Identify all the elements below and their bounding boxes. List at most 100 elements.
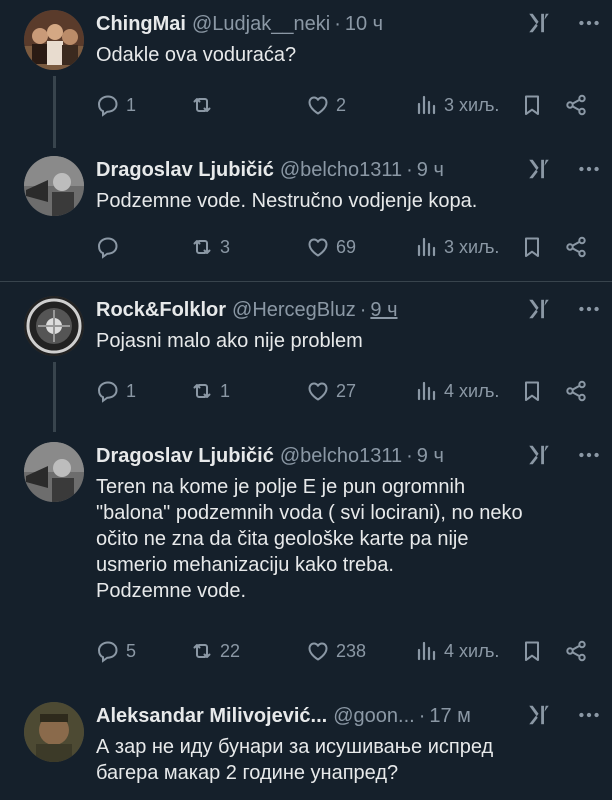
share-button[interactable] xyxy=(564,232,588,262)
more-icon[interactable] xyxy=(576,296,602,322)
retweet-count: 3 xyxy=(220,236,231,257)
tweet-text-line: Podzemne vode. xyxy=(96,580,247,602)
reply-button[interactable] xyxy=(96,232,126,262)
bookmark-button[interactable] xyxy=(520,90,544,120)
avatar[interactable] xyxy=(24,10,84,70)
views-icon xyxy=(414,379,438,403)
retweet-icon xyxy=(190,379,214,403)
retweet-icon xyxy=(190,235,214,259)
tweet-text-line: očito ne zna da čita geološke karte pa n… xyxy=(96,528,469,550)
tweet-text-line: Podzemne vode. Nestručno vodjenje kopa. xyxy=(96,190,478,212)
views-button[interactable]: 4 хиљ. xyxy=(414,636,499,666)
like-button[interactable]: 2 xyxy=(306,90,346,120)
action-bar: 5 22 238 4 хиљ. xyxy=(96,636,596,666)
action-bar: 1 1 27 4 хиљ. xyxy=(96,376,596,406)
heart-icon xyxy=(306,379,330,403)
like-button[interactable]: 238 xyxy=(306,636,366,666)
share-button[interactable] xyxy=(564,636,588,666)
timestamp[interactable]: 9 ч xyxy=(370,299,397,322)
views-button[interactable]: 4 хиљ. xyxy=(414,376,499,406)
views-button[interactable]: 3 хиљ. xyxy=(414,232,499,262)
share-icon xyxy=(564,639,588,663)
author-handle[interactable]: @goon... xyxy=(333,705,414,728)
reply-icon xyxy=(96,379,120,403)
like-button[interactable]: 69 xyxy=(306,232,356,262)
bookmark-button[interactable] xyxy=(520,376,544,406)
like-count: 69 xyxy=(336,236,357,257)
like-count: 2 xyxy=(336,94,347,115)
views-icon xyxy=(414,639,438,663)
heart-icon xyxy=(306,639,330,663)
retweet-count: 1 xyxy=(220,380,231,401)
timestamp[interactable]: 17 м xyxy=(429,705,471,728)
avatar[interactable] xyxy=(24,296,84,356)
retweet-button[interactable]: 1 xyxy=(190,376,230,406)
tweet-text: Pojasni malo ako nije problem xyxy=(96,328,596,354)
like-count: 238 xyxy=(336,640,367,661)
thread-line xyxy=(53,362,56,432)
tweet[interactable]: ChingMai @Ludjak__neki · 10 ч Odakle ova… xyxy=(0,0,612,148)
reply-button[interactable]: 1 xyxy=(96,90,136,120)
author-name[interactable]: ChingMai xyxy=(96,13,186,36)
tweet[interactable]: Dragoslav Ljubičić @belcho1311 · 9 ч Pod… xyxy=(0,146,612,278)
timestamp[interactable]: 10 ч xyxy=(345,13,383,36)
author-handle[interactable]: @belcho1311 xyxy=(280,445,402,468)
grok-icon[interactable] xyxy=(526,702,552,728)
author-handle[interactable]: @belcho1311 xyxy=(280,159,402,182)
reply-count: 1 xyxy=(126,94,137,115)
more-icon[interactable] xyxy=(576,156,602,182)
action-bar: 3 69 3 хиљ. xyxy=(96,232,596,262)
retweet-count: 22 xyxy=(220,640,241,661)
heart-icon xyxy=(306,235,330,259)
avatar[interactable] xyxy=(24,442,84,502)
views-count: 4 хиљ. xyxy=(444,380,500,401)
avatar[interactable] xyxy=(24,702,84,762)
author-name[interactable]: Dragoslav Ljubičić xyxy=(96,159,274,182)
avatar[interactable] xyxy=(24,156,84,216)
views-icon xyxy=(414,235,438,259)
tweet[interactable]: Aleksandar Milivojević... @goon... · 17 … xyxy=(0,692,612,800)
reply-button[interactable]: 5 xyxy=(96,636,136,666)
grok-icon[interactable] xyxy=(526,296,552,322)
share-icon xyxy=(564,93,588,117)
timestamp[interactable]: 9 ч xyxy=(417,445,444,468)
author-name[interactable]: Rock&Folklor xyxy=(96,299,226,322)
grok-icon[interactable] xyxy=(526,10,552,36)
views-icon xyxy=(414,93,438,117)
tweet-text: Podzemne vode. Nestručno vodjenje kopa. xyxy=(96,188,596,214)
retweet-button[interactable]: 22 xyxy=(190,636,240,666)
timestamp[interactable]: 9 ч xyxy=(417,159,444,182)
retweet-button[interactable] xyxy=(190,90,220,120)
bookmark-button[interactable] xyxy=(520,232,544,262)
like-button[interactable]: 27 xyxy=(306,376,356,406)
heart-icon xyxy=(306,93,330,117)
reply-button[interactable]: 1 xyxy=(96,376,136,406)
tweet[interactable]: Dragoslav Ljubičić @belcho1311 · 9 ч Ter… xyxy=(0,432,612,688)
share-button[interactable] xyxy=(564,90,588,120)
views-button[interactable]: 3 хиљ. xyxy=(414,90,499,120)
reply-icon xyxy=(96,639,120,663)
retweet-button[interactable]: 3 xyxy=(190,232,230,262)
author-name[interactable]: Aleksandar Milivojević... xyxy=(96,705,327,728)
retweet-icon xyxy=(190,93,214,117)
bookmark-button[interactable] xyxy=(520,636,544,666)
bookmark-icon xyxy=(520,639,544,663)
tweet-text-line: Pojasni malo ako nije problem xyxy=(96,330,363,352)
tweet-text-line: usmerio mehanizaciju kako treba. xyxy=(96,554,394,576)
like-count: 27 xyxy=(336,380,357,401)
more-icon[interactable] xyxy=(576,10,602,36)
tweet-text: Odakle ova voduraća? xyxy=(96,42,596,68)
author-handle[interactable]: @Ludjak__neki xyxy=(192,13,330,36)
tweet[interactable]: Rock&Folklor @HercegBluz · 9 ч Pojasni m… xyxy=(0,286,612,432)
reply-count: 5 xyxy=(126,640,137,661)
separator: · xyxy=(418,704,426,727)
share-icon xyxy=(564,379,588,403)
separator: · xyxy=(406,444,413,467)
author-handle[interactable]: @HercegBluz xyxy=(232,299,356,322)
grok-icon[interactable] xyxy=(526,156,552,182)
more-icon[interactable] xyxy=(576,442,602,468)
share-button[interactable] xyxy=(564,376,588,406)
author-name[interactable]: Dragoslav Ljubičić xyxy=(96,445,274,468)
more-icon[interactable] xyxy=(576,702,602,728)
grok-icon[interactable] xyxy=(526,442,552,468)
